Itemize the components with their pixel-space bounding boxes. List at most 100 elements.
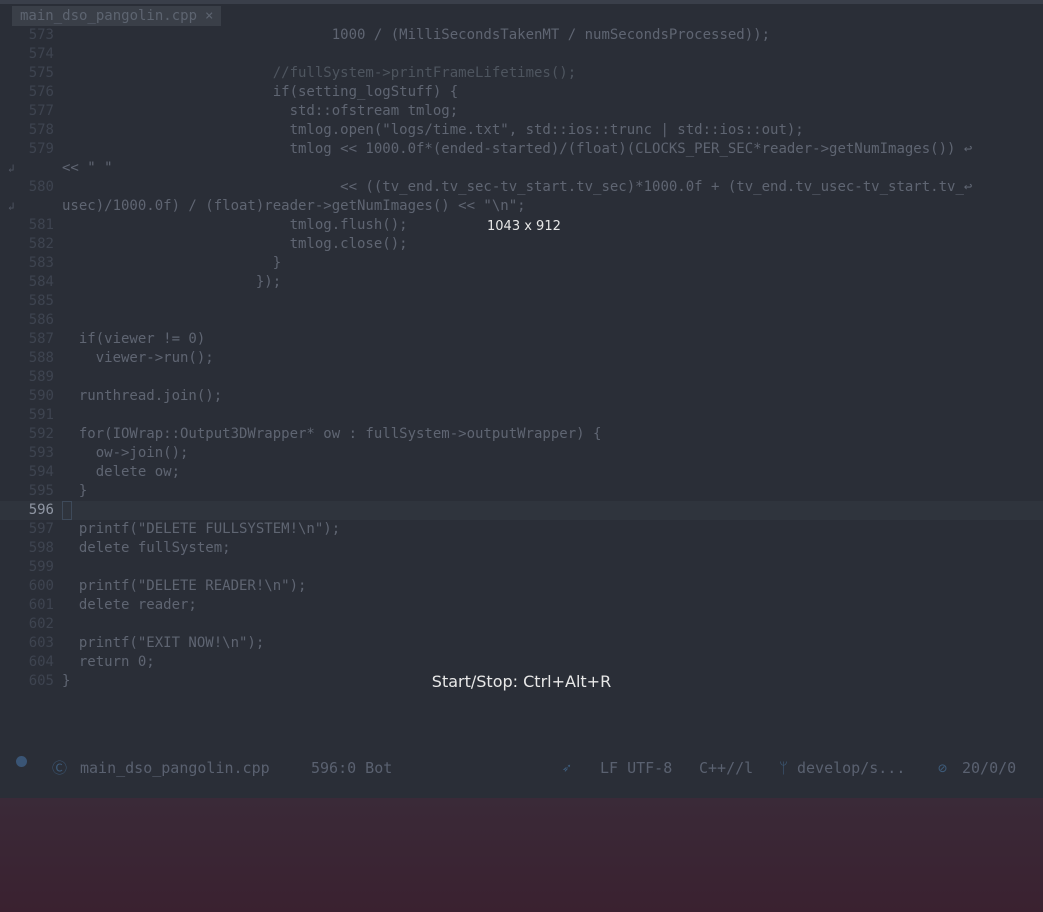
- line-number: 584: [28, 274, 54, 290]
- line-number: 603: [28, 635, 54, 651]
- code-line[interactable]: 579 tmlog << 1000.0f*(ended-started)/(fl…: [0, 140, 1043, 159]
- code-line[interactable]: 591: [0, 406, 1043, 425]
- line-number: 578: [28, 122, 54, 138]
- editor-pane[interactable]: main_dso_pangolin.cpp × 573 1000 / (Milli…: [0, 0, 1043, 798]
- code-line[interactable]: 584 });: [0, 273, 1043, 292]
- line-number: 599: [28, 559, 54, 575]
- line-number: 597: [28, 521, 54, 537]
- line-number: 590: [28, 388, 54, 404]
- code-text: runthread.join();: [62, 388, 223, 404]
- screen-dimensions-label: 1043 x 912: [487, 219, 561, 234]
- wrap-indicator-icon: ↲: [8, 200, 15, 213]
- status-cursor-position: 596:0 Bot: [311, 759, 393, 777]
- code-line[interactable]: 582 tmlog.close();: [0, 235, 1043, 254]
- code-line[interactable]: ↲ << " ": [0, 159, 1043, 178]
- code-text: delete reader;: [62, 597, 197, 613]
- code-line[interactable]: 590 runthread.join();: [0, 387, 1043, 406]
- code-text: delete fullSystem;: [62, 540, 231, 556]
- text-cursor: [62, 501, 72, 520]
- code-line[interactable]: 577 std::ofstream tmlog;: [0, 102, 1043, 121]
- code-text: printf("EXIT NOW!\n");: [62, 635, 265, 651]
- line-number: 574: [28, 46, 54, 62]
- code-text: << ((tv_end.tv_sec-tv_start.tv_sec)*1000…: [62, 179, 973, 195]
- line-number: 596: [28, 502, 54, 518]
- code-line[interactable]: 589: [0, 368, 1043, 387]
- tab-close-icon[interactable]: ×: [205, 8, 213, 24]
- status-bar: Ⓒ main_dso_pangolin.cpp 596:0 Bot ➶ LF U…: [0, 756, 1043, 780]
- line-number: 604: [28, 654, 54, 670]
- line-number: 601: [28, 597, 54, 613]
- line-number: 585: [28, 293, 54, 309]
- code-text: for(IOWrap::Output3DWrapper* ow : fullSy…: [62, 426, 602, 442]
- code-text: viewer->run();: [62, 350, 214, 366]
- cpp-file-icon: Ⓒ: [52, 759, 68, 777]
- status-language[interactable]: C++//l: [699, 756, 753, 780]
- line-number: 579: [28, 141, 54, 157]
- code-text: tmlog.close();: [62, 236, 408, 252]
- code-line[interactable]: 602: [0, 615, 1043, 634]
- code-text: << " ": [62, 160, 113, 176]
- editor-top-border: [0, 0, 1043, 4]
- code-line[interactable]: 594 delete ow;: [0, 463, 1043, 482]
- line-number: 592: [28, 426, 54, 442]
- line-number: 595: [28, 483, 54, 499]
- code-text: ow->join();: [62, 445, 189, 461]
- code-text: tmlog << 1000.0f*(ended-started)/(float)…: [62, 141, 973, 157]
- wrap-indicator-icon: ↲: [8, 162, 15, 175]
- file-tab[interactable]: main_dso_pangolin.cpp ×: [12, 6, 222, 26]
- code-line[interactable]: 595 }: [0, 482, 1043, 501]
- status-diagnostics-counts[interactable]: 20/0/0: [962, 756, 1016, 780]
- code-text: usec)/1000.0f) / (float)reader->getNumIm…: [62, 198, 526, 214]
- code-line[interactable]: 604 return 0;: [0, 653, 1043, 672]
- line-number: 589: [28, 369, 54, 385]
- line-number: 577: [28, 103, 54, 119]
- code-text: 1000 / (MilliSecondsTakenMT / numSeconds…: [62, 27, 771, 43]
- code-line[interactable]: ↲ usec)/1000.0f) / (float)reader->getNumI…: [0, 197, 1043, 216]
- code-line[interactable]: 573 1000 / (MilliSecondsTakenMT / numSec…: [0, 26, 1043, 45]
- code-text: tmlog.open("logs/time.txt", std::ios::tr…: [62, 122, 804, 138]
- line-number: 576: [28, 84, 54, 100]
- code-text: tmlog.flush();: [62, 217, 408, 233]
- rocket-icon[interactable]: ➶: [562, 756, 571, 780]
- code-text: return 0;: [62, 654, 155, 670]
- code-line[interactable]: 599: [0, 558, 1043, 577]
- code-text: }: [62, 255, 282, 271]
- code-line[interactable]: 587 if(viewer != 0): [0, 330, 1043, 349]
- status-encoding[interactable]: LF UTF-8: [600, 756, 672, 780]
- code-text: std::ofstream tmlog;: [62, 103, 459, 119]
- code-line[interactable]: 593 ow->join();: [0, 444, 1043, 463]
- code-line[interactable]: 600 printf("DELETE READER!\n");: [0, 577, 1043, 596]
- code-line[interactable]: 580 << ((tv_end.tv_sec-tv_start.tv_sec)*…: [0, 178, 1043, 197]
- code-line[interactable]: 574: [0, 45, 1043, 64]
- code-line[interactable]: 585: [0, 292, 1043, 311]
- code-text: printf("DELETE FULLSYSTEM!\n");: [62, 521, 341, 537]
- code-text: //fullSystem->printFrameLifetimes();: [62, 65, 577, 81]
- line-number: 573: [28, 27, 54, 43]
- code-line[interactable]: 598 delete fullSystem;: [0, 539, 1043, 558]
- code-line[interactable]: 588 viewer->run();: [0, 349, 1043, 368]
- code-line[interactable]: 583 }: [0, 254, 1043, 273]
- line-number: 587: [28, 331, 54, 347]
- line-number: 594: [28, 464, 54, 480]
- status-filename: main_dso_pangolin.cpp: [80, 759, 270, 777]
- code-line[interactable]: 597 printf("DELETE FULLSYSTEM!\n");: [0, 520, 1043, 539]
- line-number: 580: [28, 179, 54, 195]
- line-number: 598: [28, 540, 54, 556]
- code-line[interactable]: 601 delete reader;: [0, 596, 1043, 615]
- modified-dot-icon: [16, 756, 27, 767]
- recording-hint: Start/Stop: Ctrl+Alt+R: [431, 672, 612, 691]
- code-line[interactable]: 576 if(setting_logStuff) {: [0, 83, 1043, 102]
- code-text: if(viewer != 0): [62, 331, 206, 347]
- status-branch[interactable]: develop/s...: [797, 756, 905, 780]
- code-line[interactable]: 575 //fullSystem->printFrameLifetimes();: [0, 64, 1043, 83]
- code-text: delete ow;: [62, 464, 181, 480]
- code-line[interactable]: 592 for(IOWrap::Output3DWrapper* ow : fu…: [0, 425, 1043, 444]
- line-number: 586: [28, 312, 54, 328]
- code-line[interactable]: 596: [0, 501, 1043, 520]
- desktop-background: [0, 798, 1043, 912]
- code-line[interactable]: 603 printf("EXIT NOW!\n");: [0, 634, 1043, 653]
- file-tab-label: main_dso_pangolin.cpp: [20, 8, 198, 24]
- line-number: 588: [28, 350, 54, 366]
- code-line[interactable]: 578 tmlog.open("logs/time.txt", std::ios…: [0, 121, 1043, 140]
- code-line[interactable]: 586: [0, 311, 1043, 330]
